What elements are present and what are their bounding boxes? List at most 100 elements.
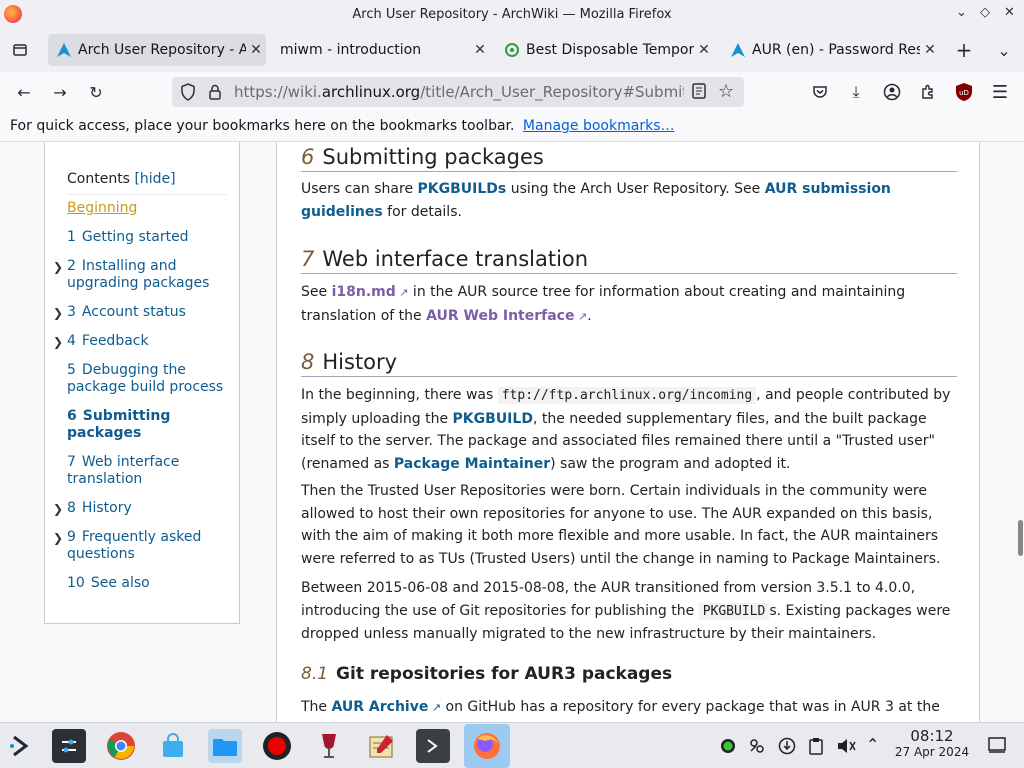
toc-item-history[interactable]: 8 History xyxy=(67,500,237,517)
taskbar: ⌃ 08:12 27 Apr 2024 xyxy=(0,722,1024,768)
paragraph-history-3: Between 2015-06-08 and 2015-08-08, the A… xyxy=(301,580,951,643)
url-text: https://wiki.archlinux.org/title/Arch_Us… xyxy=(234,83,684,101)
pocket-icon[interactable] xyxy=(808,80,832,104)
bookmark-star-icon[interactable]: ☆ xyxy=(718,81,734,102)
maximize-icon[interactable]: ◇ xyxy=(980,5,990,20)
clock-date: 27 Apr 2024 xyxy=(894,745,970,759)
external-link-icon: ↗ xyxy=(395,286,409,299)
expand-chevron-icon[interactable]: ❯ xyxy=(53,306,63,320)
tab-label: AUR (en) - Password Res xyxy=(752,42,920,58)
downloads-icon[interactable]: ⤓ xyxy=(844,80,868,104)
toc-title: Contents [hide] xyxy=(67,171,176,187)
toc-item-web-translation[interactable]: 7 Web interface translation xyxy=(67,454,237,488)
paragraph-translation: See i18n.md ↗ in the AUR source tree for… xyxy=(301,284,906,324)
toc-item-getting-started[interactable]: 1 Getting started xyxy=(67,229,237,246)
terminal-icon[interactable] xyxy=(416,729,450,763)
account-icon[interactable] xyxy=(880,80,904,104)
menu-icon[interactable]: ☰ xyxy=(988,80,1012,104)
minimize-icon[interactable]: ⌄ xyxy=(956,5,967,20)
close-tab-icon[interactable]: ✕ xyxy=(470,42,490,58)
i18n-md-link[interactable]: i18n.md xyxy=(332,284,396,300)
back-icon[interactable]: ← xyxy=(12,80,36,104)
toc-item-installing[interactable]: 2 Installing and upgrading packages xyxy=(67,258,237,292)
aur-web-interface-link[interactable]: AUR Web Interface xyxy=(426,308,574,324)
chrome-icon[interactable] xyxy=(104,729,138,763)
toc-divider xyxy=(67,194,227,195)
tab-aur-password-reset[interactable]: AUR (en) - Password Res ✕ xyxy=(722,34,940,66)
text-editor-icon[interactable] xyxy=(364,729,398,763)
clock-time: 08:12 xyxy=(910,727,954,745)
bookmarks-hint: For quick access, place your bookmarks h… xyxy=(10,118,515,134)
screen-recorder-icon[interactable] xyxy=(260,729,294,763)
toc-item-faq[interactable]: 9 Frequently asked questions xyxy=(67,529,237,563)
network-settings-icon[interactable] xyxy=(748,737,766,759)
expand-chevron-icon[interactable]: ❯ xyxy=(53,531,63,545)
toc-hide-link[interactable]: [hide] xyxy=(134,171,175,187)
external-link-icon: ↗ xyxy=(428,701,442,714)
lock-icon[interactable] xyxy=(208,83,222,105)
ublock-origin-icon[interactable]: uD xyxy=(952,80,976,104)
wine-glass-icon[interactable] xyxy=(312,729,346,763)
green-circle-icon xyxy=(504,42,520,58)
update-icon[interactable] xyxy=(778,737,796,759)
firefox-taskbar-icon[interactable] xyxy=(464,724,510,768)
toc-item-submitting[interactable]: 6 Submitting packages xyxy=(67,408,237,442)
paragraph-history-2: Then the Trusted User Repositories were … xyxy=(301,483,941,567)
tab-miwm[interactable]: miwm - introduction ✕ xyxy=(272,34,490,66)
close-tab-icon[interactable]: ✕ xyxy=(694,42,714,58)
app-launcher-icon[interactable] xyxy=(4,729,38,763)
tab-bar: Arch User Repository - Ar ✕ miwm - intro… xyxy=(0,28,1024,72)
show-hidden-icons-chevron-icon[interactable]: ⌃ xyxy=(866,735,879,754)
expand-chevron-icon[interactable]: ❯ xyxy=(53,502,63,516)
paragraph-git-repositories: The AUR Archive ↗ on GitHub has a reposi… xyxy=(301,699,940,715)
url-bar[interactable]: https://wiki.archlinux.org/title/Arch_Us… xyxy=(172,77,744,107)
close-tab-icon[interactable]: ✕ xyxy=(920,42,940,58)
volume-muted-icon[interactable] xyxy=(836,737,856,759)
file-manager-icon[interactable] xyxy=(208,729,242,763)
package-maintainer-link[interactable]: Package Maintainer xyxy=(394,456,550,472)
toc-item-account-status[interactable]: 3 Account status xyxy=(67,304,237,321)
firefox-logo-icon xyxy=(4,5,22,23)
reader-view-icon[interactable] xyxy=(692,83,706,103)
show-desktop-icon[interactable] xyxy=(988,737,1006,757)
list-tabs-icon[interactable]: ⌄ xyxy=(992,38,1016,62)
reload-icon[interactable]: ↻ xyxy=(84,80,108,104)
shield-icon[interactable] xyxy=(180,83,196,105)
heading-git-repositories: 8.1 Git repositories for AUR3 packages xyxy=(301,664,673,684)
window-title: Arch User Repository - ArchWiki — Mozill… xyxy=(352,6,672,22)
toc-item-debugging[interactable]: 5 Debugging the package build process xyxy=(67,362,237,396)
tab-label: Best Disposable Tempora xyxy=(526,42,694,58)
clock[interactable]: 08:12 27 Apr 2024 xyxy=(894,727,970,759)
manage-bookmarks-link[interactable]: Manage bookmarks… xyxy=(523,118,675,134)
status-indicator-icon[interactable] xyxy=(720,738,736,758)
tab-disposable-temp[interactable]: Best Disposable Tempora ✕ xyxy=(496,34,714,66)
pkgbuilds-link[interactable]: PKGBUILDs xyxy=(418,181,507,197)
bookmarks-toolbar: For quick access, place your bookmarks h… xyxy=(0,112,1024,142)
navigation-bar: ← → ↻ https://wiki.archlinux.org/title/A… xyxy=(0,72,1024,112)
toc-item-feedback[interactable]: 4 Feedback xyxy=(67,333,237,350)
extensions-icon[interactable] xyxy=(916,80,940,104)
close-window-icon[interactable]: ✕ xyxy=(1004,5,1015,20)
new-tab-icon[interactable]: + xyxy=(952,38,976,62)
article-body: 6 Submitting packages Users can share PKG… xyxy=(276,142,980,722)
aur-archive-link[interactable]: AUR Archive xyxy=(332,699,429,715)
page-content: Contents [hide] Beginning 1 Getting start… xyxy=(0,142,1024,722)
paragraph-submitting: Users can share PKGBUILDs using the Arch… xyxy=(301,181,891,220)
tab-arch-user-repository[interactable]: Arch User Repository - Ar ✕ xyxy=(48,34,266,66)
close-tab-icon[interactable]: ✕ xyxy=(246,42,266,58)
system-settings-icon[interactable] xyxy=(52,729,86,763)
pkgbuild-code: PKGBUILD xyxy=(698,602,770,620)
clipboard-icon[interactable] xyxy=(808,737,824,759)
expand-chevron-icon[interactable]: ❯ xyxy=(53,335,63,349)
forward-icon[interactable]: → xyxy=(48,80,72,104)
toc-item-see-also[interactable]: 10 See also xyxy=(67,575,237,592)
toc-item-beginning[interactable]: Beginning xyxy=(67,200,237,217)
firefox-view-icon[interactable] xyxy=(8,38,32,62)
pkgbuild-link[interactable]: PKGBUILD xyxy=(453,411,533,427)
store-icon[interactable] xyxy=(156,729,190,763)
tab-label: miwm - introduction xyxy=(280,42,422,58)
arch-icon xyxy=(56,42,72,58)
page-scrollbar[interactable] xyxy=(1018,520,1023,556)
arch-icon xyxy=(730,42,746,58)
expand-chevron-icon[interactable]: ❯ xyxy=(53,260,63,274)
